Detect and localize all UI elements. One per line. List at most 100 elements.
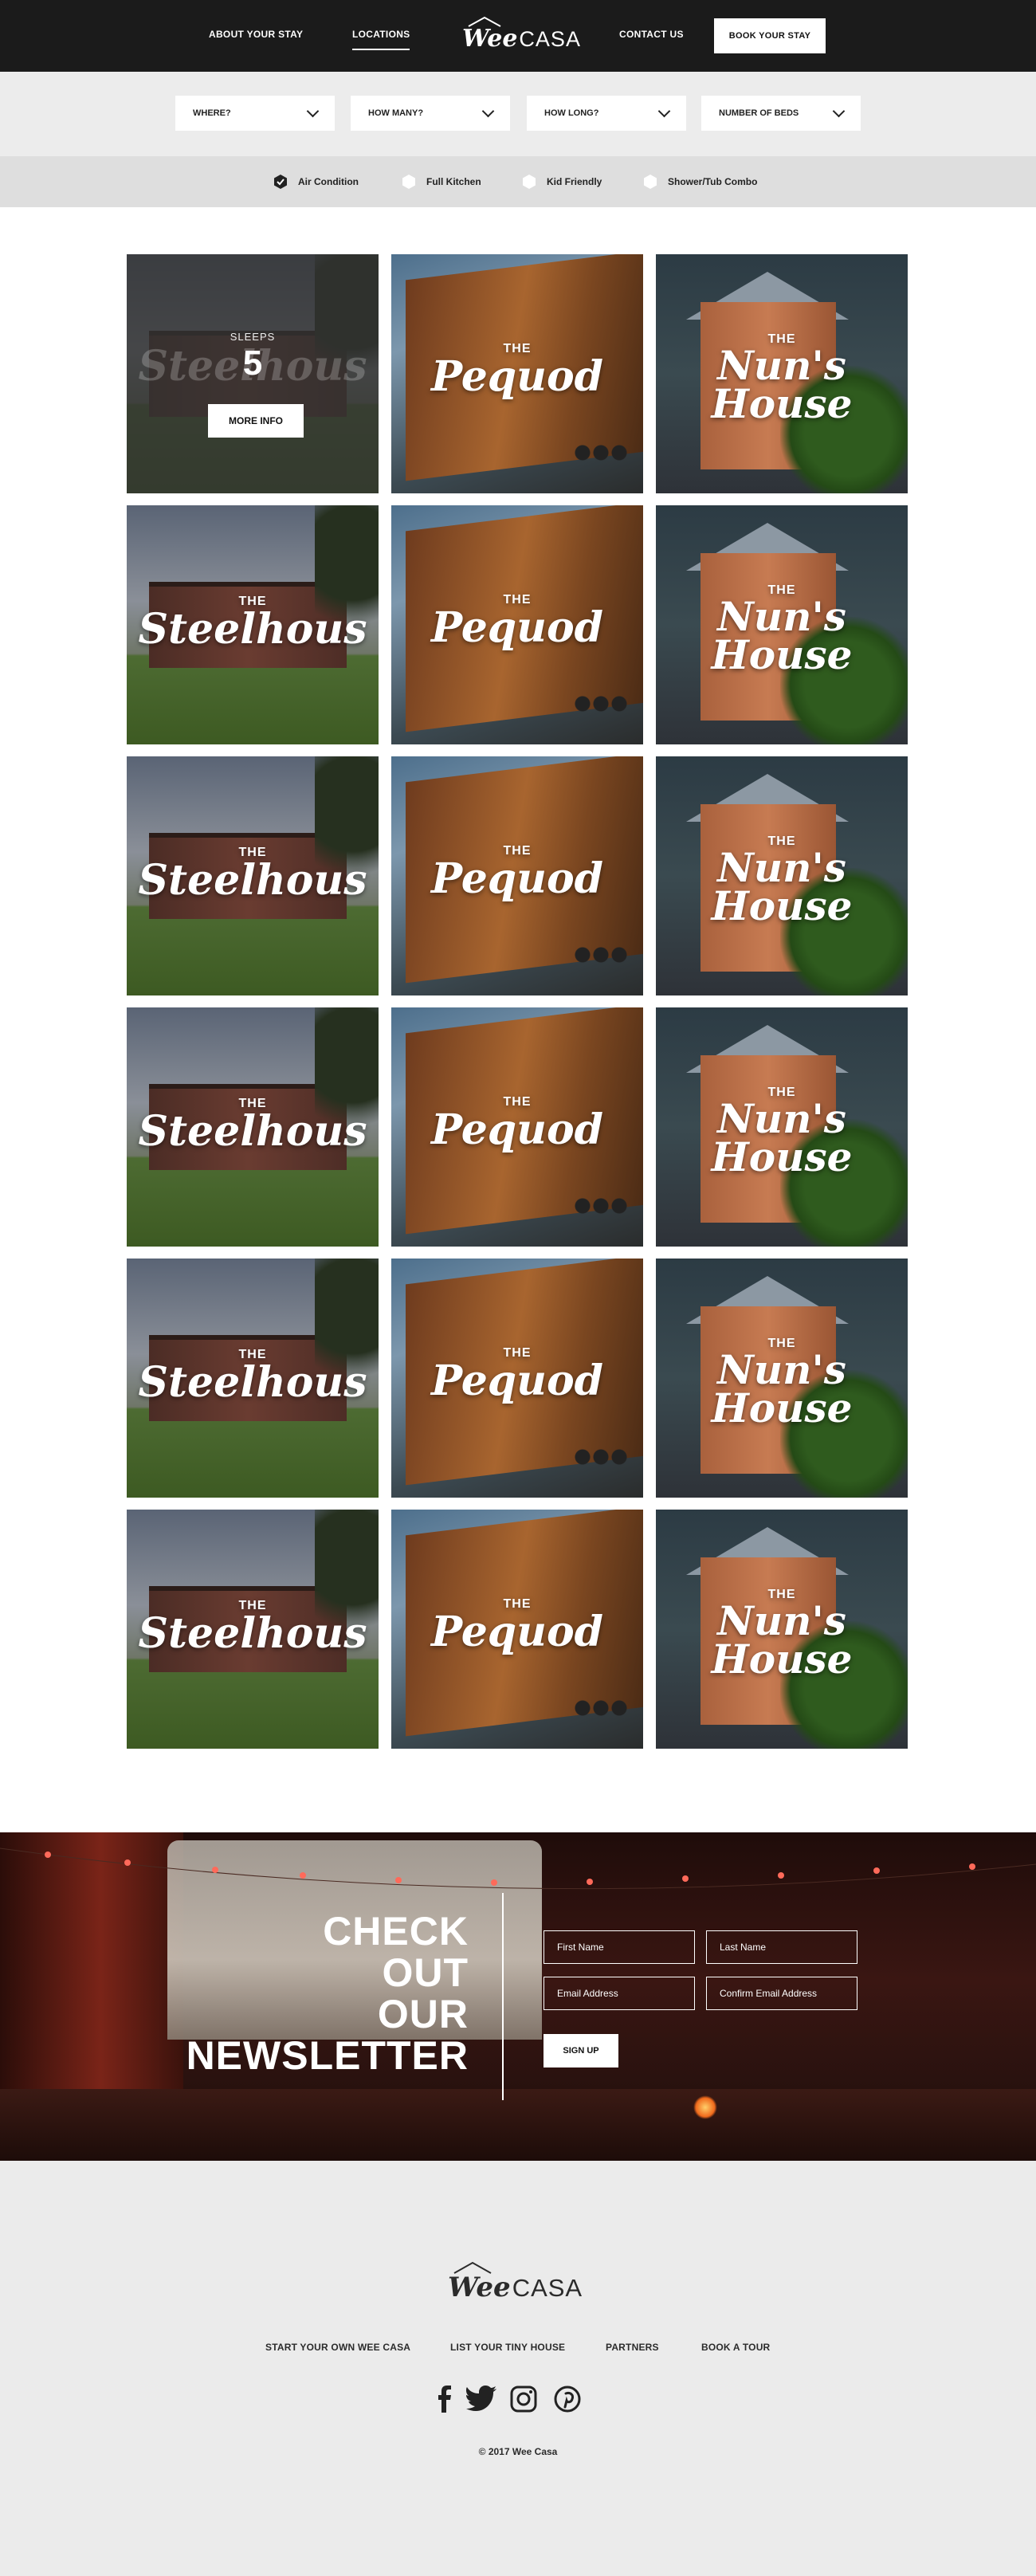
nav-about-your-stay[interactable]: ABOUT YOUR STAY	[209, 29, 303, 40]
listing-card-steelhous[interactable]: THE Steelhous	[127, 1510, 379, 1749]
listing-card-pequod[interactable]: THE Pequod	[391, 1007, 643, 1247]
listing-title: THE Nun's House	[711, 1086, 853, 1180]
listing-card-pequod[interactable]: THE Pequod	[391, 505, 643, 744]
trailer-wheels-image	[573, 444, 629, 461]
listing-card-steelhous[interactable]: THE Steelhous	[127, 1007, 379, 1247]
number-of-beds-select-label: NUMBER OF BEDS	[719, 108, 799, 118]
listing-title: THE Nun's House	[711, 332, 853, 427]
trailer-wheels-image	[573, 695, 629, 713]
amenity-label: Kid Friendly	[547, 176, 602, 187]
where-select-label: WHERE?	[193, 108, 231, 118]
logo-wee: Wee	[448, 2272, 511, 2303]
top-navbar: ABOUT YOUR STAY LOCATIONS Wee CASA CONTA…	[0, 0, 1036, 72]
listing-card-nuns-house[interactable]: THE Nun's House	[656, 254, 908, 493]
newsletter-section: CHECK OUT OUR NEWSLETTER SIGN UP	[0, 1832, 1036, 2161]
trailer-wheels-image	[573, 1448, 629, 1466]
copyright: © 2017 Wee Casa	[478, 2446, 558, 2457]
roof-icon	[453, 2261, 492, 2274]
listing-title: THE Steelhous	[138, 1348, 367, 1407]
listing-title: THE Nun's House	[711, 834, 853, 929]
trailer-wheels-image	[573, 1699, 629, 1717]
listing-title: THE Steelhous	[138, 1599, 367, 1658]
unchecked-hexagon-icon	[642, 174, 658, 190]
footer-link-partners[interactable]: PARTNERS	[606, 2342, 659, 2353]
how-long-select-label: HOW LONG?	[544, 108, 599, 118]
sleeps-value: 5	[242, 344, 263, 383]
weecasa-footer-logo[interactable]: Wee CASA	[448, 2261, 583, 2303]
listing-title: THE Pequod	[431, 1095, 603, 1154]
chevron-down-icon	[657, 104, 671, 117]
listing-title: THE Pequod	[431, 844, 603, 903]
listing-title: THE Nun's House	[711, 1337, 853, 1431]
amenity-kid-friendly[interactable]: Kid Friendly	[521, 174, 602, 190]
sign-up-button[interactable]: SIGN UP	[544, 2034, 618, 2067]
footer-link-start-your-own[interactable]: START YOUR OWN WEE CASA	[265, 2342, 410, 2353]
listing-card-steelhous[interactable]: THE Steelhous	[127, 1259, 379, 1498]
chevron-down-icon	[832, 104, 846, 117]
listing-title: THE Nun's House	[711, 583, 853, 678]
newsletter-divider	[502, 1893, 504, 2100]
listing-title: THE Pequod	[431, 1346, 603, 1405]
facebook-icon[interactable]	[438, 2386, 451, 2413]
logo-casa: CASA	[519, 27, 581, 51]
string-lights-image	[0, 1848, 1036, 1890]
book-your-stay-button[interactable]: BOOK YOUR STAY	[714, 18, 826, 53]
where-select[interactable]: WHERE?	[175, 96, 335, 131]
campsite-ground-image	[0, 2089, 1036, 2161]
listing-card-steelhous-hover[interactable]: Steelhous SLEEPS 5 MORE INFO	[127, 254, 379, 493]
instagram-icon[interactable]	[510, 2386, 537, 2413]
listing-title: THE Nun's House	[711, 1588, 853, 1683]
footer: Wee CASA START YOUR OWN WEE CASA LIST YO…	[0, 2161, 1036, 2576]
number-of-beds-select[interactable]: NUMBER OF BEDS	[701, 96, 861, 131]
listing-card-pequod[interactable]: THE Pequod	[391, 1510, 643, 1749]
listing-card-pequod[interactable]: THE Pequod	[391, 254, 643, 493]
nav-locations[interactable]: LOCATIONS	[352, 29, 410, 50]
chevron-down-icon	[481, 104, 495, 117]
more-info-button[interactable]: MORE INFO	[208, 404, 304, 438]
amenity-air-condition[interactable]: Air Condition	[273, 174, 359, 190]
listing-title: THE Steelhous	[138, 846, 367, 905]
first-name-field[interactable]	[544, 1930, 695, 1964]
last-name-field[interactable]	[706, 1930, 857, 1964]
listing-card-nuns-house[interactable]: THE Nun's House	[656, 505, 908, 744]
nav-contact-us[interactable]: CONTACT US	[619, 29, 684, 40]
unchecked-hexagon-icon	[521, 174, 537, 190]
trailer-wheels-image	[573, 1197, 629, 1215]
chevron-down-icon	[306, 104, 320, 117]
twitter-icon[interactable]	[466, 2386, 496, 2411]
email-field[interactable]	[544, 1977, 695, 2010]
listing-card-steelhous[interactable]: THE Steelhous	[127, 756, 379, 995]
listing-title: THE Pequod	[431, 342, 603, 401]
filter-bar: WHERE? HOW MANY? HOW LONG? NUMBER OF BED…	[0, 72, 1036, 156]
listing-card-pequod[interactable]: THE Pequod	[391, 1259, 643, 1498]
trailer-wheels-image	[573, 946, 629, 964]
listing-card-steelhous[interactable]: THE Steelhous	[127, 505, 379, 744]
pinterest-icon[interactable]	[554, 2386, 581, 2413]
listing-title: THE Pequod	[431, 1597, 603, 1656]
footer-link-book-a-tour[interactable]: BOOK A TOUR	[701, 2342, 770, 2353]
how-long-select[interactable]: HOW LONG?	[527, 96, 686, 131]
roof-icon	[468, 16, 501, 27]
weecasa-logo[interactable]: Wee CASA	[462, 16, 581, 51]
listing-card-nuns-house[interactable]: THE Nun's House	[656, 1510, 908, 1749]
campfire-image	[693, 2095, 717, 2119]
how-many-select-label: HOW MANY?	[368, 108, 424, 118]
listing-card-nuns-house[interactable]: THE Nun's House	[656, 1259, 908, 1498]
footer-link-list-your-tiny-house[interactable]: LIST YOUR TINY HOUSE	[450, 2342, 565, 2353]
listing-card-pequod[interactable]: THE Pequod	[391, 756, 643, 995]
listing-card-nuns-house[interactable]: THE Nun's House	[656, 756, 908, 995]
how-many-select[interactable]: HOW MANY?	[351, 96, 510, 131]
amenity-filters: Air Condition Full Kitchen Kid Friendly …	[0, 156, 1036, 207]
listing-card-nuns-house[interactable]: THE Nun's House	[656, 1007, 908, 1247]
amenity-label: Full Kitchen	[426, 176, 481, 187]
checked-hexagon-icon	[273, 174, 288, 190]
confirm-email-field[interactable]	[706, 1977, 857, 2010]
listing-title: THE Pequod	[431, 593, 603, 652]
listings-grid: Steelhous SLEEPS 5 MORE INFO THE Pequod T…	[0, 207, 1036, 1832]
sleeps-label: SLEEPS	[230, 331, 276, 343]
amenity-full-kitchen[interactable]: Full Kitchen	[401, 174, 481, 190]
newsletter-heading: CHECK OUT OUR NEWSLETTER	[186, 1909, 469, 2078]
amenity-label: Air Condition	[298, 176, 359, 187]
amenity-shower-tub-combo[interactable]: Shower/Tub Combo	[642, 174, 757, 190]
logo-casa: CASA	[512, 2274, 583, 2302]
